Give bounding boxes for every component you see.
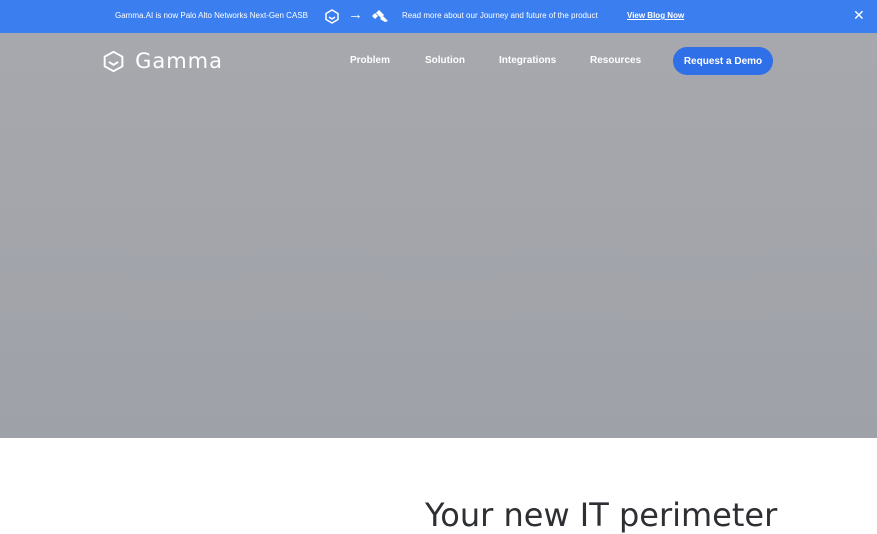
- nav-problem[interactable]: Problem: [350, 55, 390, 66]
- nav-integrations[interactable]: Integrations: [499, 55, 556, 66]
- palo-alto-networks-logo-icon: [372, 10, 388, 22]
- read-more-text: Read more about our Journey and future o…: [402, 11, 598, 20]
- gamma-hexagon-icon: [103, 50, 124, 72]
- nav-solution[interactable]: Solution: [425, 55, 465, 66]
- brand-logo[interactable]: Gamma: [103, 46, 223, 76]
- close-icon[interactable]: ✕: [853, 8, 865, 22]
- announcement-text: Gamma.AI is now Palo Alto Networks Next-…: [115, 11, 308, 20]
- hero-section: [0, 33, 877, 438]
- brand-name: Gamma: [135, 49, 223, 73]
- page-headline: Your new IT perimeter: [425, 496, 778, 534]
- gamma-logo-icon: [325, 9, 339, 24]
- announcement-bar: Gamma.AI is now Palo Alto Networks Next-…: [0, 0, 877, 33]
- request-demo-button[interactable]: Request a Demo: [673, 47, 773, 75]
- view-blog-link[interactable]: View Blog Now: [627, 11, 684, 20]
- nav-resources[interactable]: Resources: [590, 55, 641, 66]
- arrow-right-icon: →: [348, 6, 363, 23]
